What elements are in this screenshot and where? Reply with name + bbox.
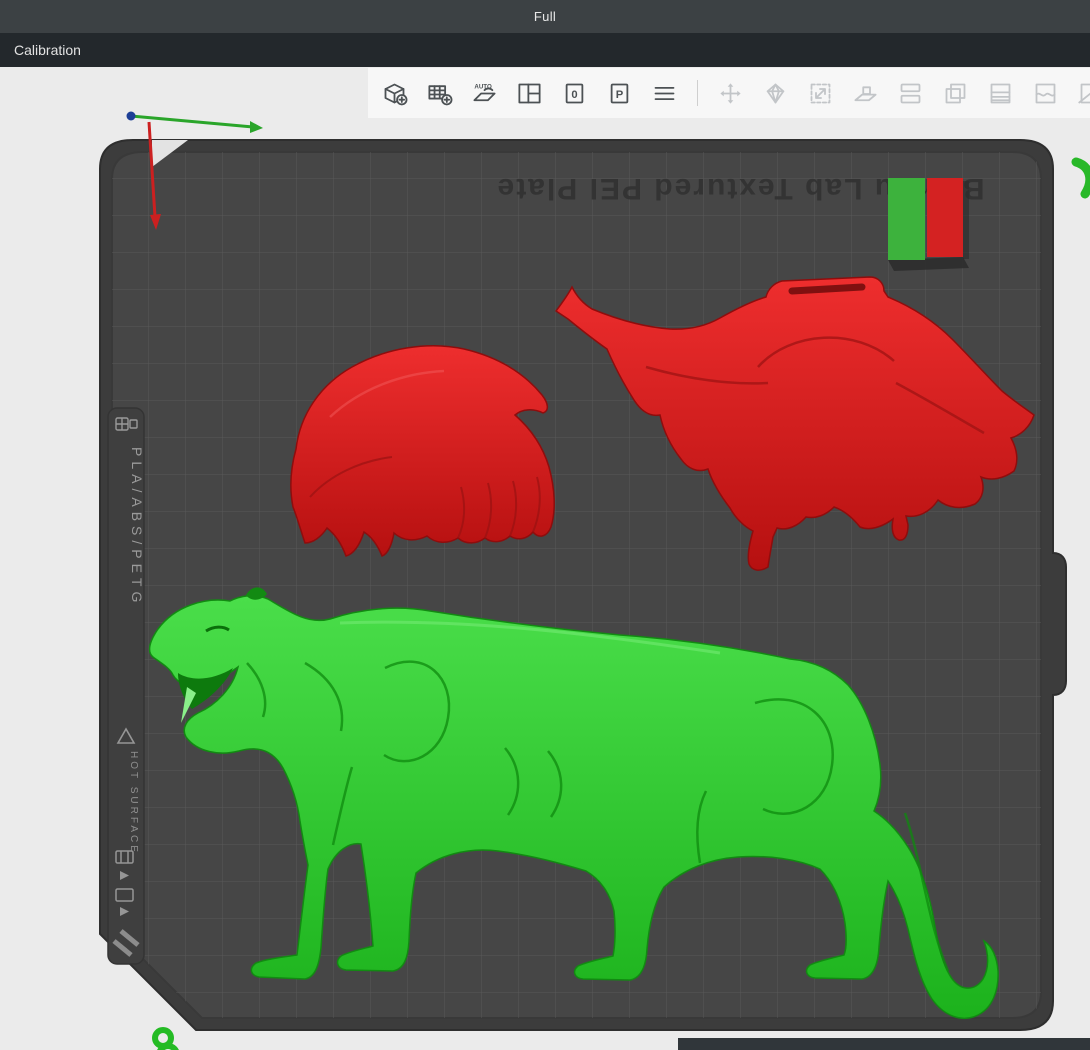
object-toolbar: AUTO 0 P — [368, 68, 1090, 118]
scale-icon[interactable] — [804, 77, 837, 110]
filament-swatch-red — [927, 178, 963, 257]
add-plate-icon[interactable] — [423, 77, 456, 110]
rotate-icon[interactable] — [759, 77, 792, 110]
add-primitive-icon[interactable] — [378, 77, 411, 110]
paint-icon[interactable] — [1029, 77, 1062, 110]
move-icon[interactable] — [714, 77, 747, 110]
offscreen-green-marker — [1071, 157, 1090, 199]
split-to-parts-icon[interactable] — [939, 77, 972, 110]
plate-params-icon[interactable]: P — [603, 77, 636, 110]
split-to-objects-icon[interactable] — [894, 77, 927, 110]
tab-calibration[interactable]: Calibration — [12, 38, 83, 62]
svg-text:0: 0 — [571, 89, 577, 101]
lay-on-face-icon[interactable] — [849, 77, 882, 110]
auto-orient-icon[interactable]: AUTO — [468, 77, 501, 110]
cut-icon[interactable] — [1074, 77, 1090, 110]
window-title: Full — [533, 9, 557, 24]
toolbar-separator — [697, 80, 698, 106]
variable-layer-height-icon[interactable] — [984, 77, 1017, 110]
model-green-partial[interactable] — [152, 1027, 179, 1050]
filament-swatch-green — [888, 178, 925, 260]
plate-side-rail: PLA/ABS/PETG HOT SURFACE — [107, 407, 145, 965]
scene-canvas[interactable]: Bambu Lab Textured PEI Plate PLA/ABS/PET… — [0, 67, 1090, 1050]
window-title-bar: Full — [0, 0, 1090, 33]
plate-material-label: PLA/ABS/PETG — [129, 447, 145, 607]
plate-zero-icon[interactable]: 0 — [558, 77, 591, 110]
origin-dot — [126, 111, 136, 121]
arrange-icon[interactable] — [513, 77, 546, 110]
viewport-3d[interactable]: Bambu Lab Textured PEI Plate PLA/ABS/PET… — [0, 67, 1090, 1050]
object-list-icon[interactable] — [648, 77, 681, 110]
bottom-toolbar-fragment — [678, 1038, 1090, 1050]
svg-text:P: P — [616, 89, 624, 101]
tab-bar: Calibration — [0, 33, 1090, 67]
svg-text:AUTO: AUTO — [474, 83, 492, 90]
plate-warning-label: HOT SURFACE — [128, 751, 139, 855]
